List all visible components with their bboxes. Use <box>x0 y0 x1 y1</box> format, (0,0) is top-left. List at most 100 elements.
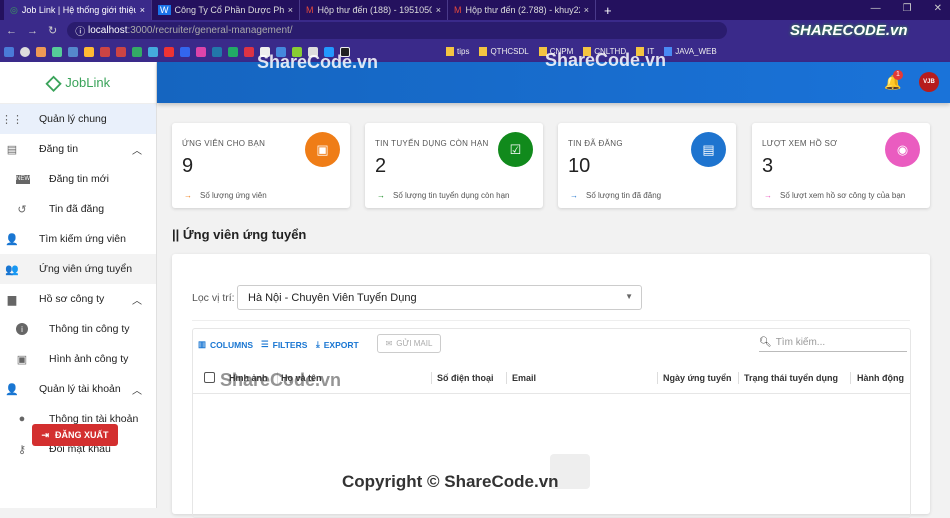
close-tab-icon[interactable]: × <box>584 5 589 15</box>
arrow-right-icon: → <box>764 191 772 200</box>
column-header[interactable]: Hành động <box>857 373 904 383</box>
columns-button[interactable]: ▥ COLUMNS <box>198 339 253 350</box>
close-window-icon[interactable]: ✕ <box>934 3 942 14</box>
history-icon: ↺ <box>17 203 27 216</box>
bookmark-icon[interactable] <box>100 46 110 57</box>
browser-tab[interactable]: WCông Ty Cổ Phần Dược Phẩm Hà× <box>152 0 300 20</box>
joblink-logo[interactable]: ◇ JobLink <box>0 62 156 104</box>
logo-icon: ◇ <box>45 72 62 94</box>
browser-tab[interactable]: MHộp thư đến (188) - 1951050027× <box>300 0 448 20</box>
column-separator <box>850 372 851 384</box>
sidebar-item-company-profile[interactable]: ▆ Hồ sơ công ty ︿ <box>0 284 156 314</box>
dropdown-arrow-icon: ▼ <box>625 292 633 301</box>
chevron-up-icon[interactable]: ︿ <box>132 142 142 157</box>
close-tab-icon[interactable]: × <box>288 5 293 15</box>
bookmarks-bar: tips QTHCSDL CNPM CNLTHD IT JAVA_WEB <box>0 41 950 62</box>
tab-favicon-icon: W <box>158 5 171 15</box>
bookmark-icon[interactable] <box>116 46 126 57</box>
eye-icon: ◉ <box>885 132 920 167</box>
arrow-right-icon: → <box>184 191 192 200</box>
sidebar-item-new-post[interactable]: NEW Đăng tin mới <box>0 164 156 194</box>
logout-button[interactable]: ⇥ ĐĂNG XUẤT <box>32 424 118 446</box>
sidebar-item-posted[interactable]: ↺ Tin đã đăng <box>0 194 156 224</box>
sharecode-logo: SHARECODE.vn <box>790 22 908 39</box>
sidebar-item-applicants[interactable]: 👥 Ứng viên ứng tuyển <box>0 254 156 284</box>
browser-tab[interactable]: ◎Job Link | Hệ thống giới thiệu việ× <box>4 0 152 20</box>
close-tab-icon[interactable]: × <box>436 5 441 15</box>
account-info-icon: ● <box>18 413 26 425</box>
bookmark-folder[interactable]: JAVA_WEB <box>664 47 717 56</box>
bookmark-icon[interactable] <box>228 46 238 57</box>
column-header[interactable]: Trạng thái tuyển dụng <box>744 373 838 383</box>
column-header[interactable]: Số điện thoại <box>437 373 494 383</box>
bookmark-icon[interactable] <box>4 46 14 57</box>
divider <box>192 320 910 321</box>
stat-card-profile-views: LƯỢT XEM HỒ SƠ 3 ◉ → Số lượt xem hồ sơ công … <box>752 123 930 208</box>
column-separator <box>431 372 432 384</box>
mail-icon: ✉ <box>385 339 393 348</box>
bookmark-icon[interactable] <box>196 46 206 57</box>
reload-icon[interactable]: ↻ <box>48 24 57 37</box>
sidebar-item-search-candidates[interactable]: 👤 Tìm kiếm ứng viên <box>0 224 156 254</box>
app-header: 🔔 1 VJB ShareCode.vn ShareCode.vn <box>157 50 950 103</box>
applicants-panel: Lọc vị trí: Hà Nội - Chuyên Viên Tuyển D… <box>172 254 930 518</box>
chevron-up-icon[interactable]: ︿ <box>132 292 142 307</box>
select-all-checkbox[interactable] <box>204 372 215 383</box>
back-icon[interactable]: ← <box>6 25 17 37</box>
filters-button[interactable]: ☰ FILTERS <box>261 339 307 350</box>
minimize-icon[interactable]: — <box>871 3 881 14</box>
filter-icon: ☰ <box>261 339 269 349</box>
url-input[interactable]: ⓘ localhost:3000/recruiter/general-manag… <box>67 22 728 39</box>
bookmark-folder[interactable]: QTHCSDL <box>479 47 529 56</box>
stat-card-posted-jobs: TIN ĐÃ ĐĂNG 10 ▤ → Số lượng tin đã đăng <box>558 123 736 208</box>
watermark: ShareCode.vn <box>257 52 379 72</box>
key-icon: ⚷ <box>17 443 27 456</box>
document-icon: ▤ <box>691 132 726 167</box>
sidebar-item-company-info[interactable]: i Thông tin công ty <box>0 314 156 344</box>
stat-card-active-jobs: TIN TUYỂN DỤNG CÒN HẠN 2 ☑ → Số lượng tin tu… <box>365 123 543 208</box>
notification-badge: 1 <box>893 70 903 80</box>
folder-person-icon: ▆ <box>7 293 17 306</box>
sidebar: ◇ JobLink ⋮⋮ Quản lý chung ▤ Đăng tin ︿ NEW Đ… <box>0 62 157 508</box>
filter-label: Lọc vị trí: <box>192 292 235 304</box>
calendar-icon: ▣ <box>305 132 340 167</box>
close-tab-icon[interactable]: × <box>140 5 145 15</box>
column-header[interactable]: Ngày ứng tuyển <box>663 373 732 383</box>
search-input[interactable]: 🔍︎ Tìm kiếm... <box>759 334 907 352</box>
bookmark-icon[interactable] <box>244 46 254 57</box>
bookmark-folder[interactable]: tips <box>446 47 469 56</box>
sidebar-item-post-job[interactable]: ▤ Đăng tin ︿ <box>0 134 156 164</box>
column-header[interactable]: Email <box>512 373 536 383</box>
export-button[interactable]: ⤓ EXPORT <box>316 339 359 350</box>
bookmark-icon[interactable] <box>84 46 94 57</box>
forward-icon[interactable]: → <box>27 25 38 37</box>
position-filter-select[interactable]: Hà Nội - Chuyên Viên Tuyển Dụng ▼ <box>237 285 642 310</box>
browser-tab[interactable]: MHộp thư đến (2.788) - khuy2200× <box>448 0 596 20</box>
bookmark-icon[interactable] <box>20 46 30 57</box>
send-mail-button[interactable]: ✉ GỬI MAIL <box>377 334 441 353</box>
tab-favicon-icon: ◎ <box>10 4 18 15</box>
bookmark-icon[interactable] <box>52 46 62 57</box>
sidebar-item-general-management[interactable]: ⋮⋮ Quản lý chung <box>0 104 156 134</box>
maximize-icon[interactable]: ❐ <box>903 3 912 14</box>
gmail-icon: M <box>306 5 314 15</box>
watermark: Copyright © ShareCode.vn <box>342 472 559 491</box>
person-search-icon: 👤 <box>5 233 19 246</box>
watermark: ShareCode.vn <box>545 50 667 70</box>
bookmark-icon[interactable] <box>68 46 78 57</box>
bookmark-icon[interactable] <box>212 46 222 57</box>
bookmark-icon[interactable] <box>36 46 46 57</box>
bookmark-icon[interactable] <box>180 46 190 57</box>
bookmark-icon[interactable] <box>132 46 142 57</box>
new-tab-button[interactable]: + <box>604 3 612 18</box>
bookmark-icon[interactable] <box>148 46 158 57</box>
arrow-right-icon: → <box>377 191 385 200</box>
avatar[interactable]: VJB <box>919 72 939 92</box>
column-separator <box>506 372 507 384</box>
chevron-up-icon[interactable]: ︿ <box>132 382 142 397</box>
sidebar-item-company-images[interactable]: ▣ Hình ảnh công ty <box>0 344 156 374</box>
bookmark-icon[interactable] <box>164 46 174 57</box>
sidebar-item-account-management[interactable]: 👤 Quản lý tài khoản ︿ <box>0 374 156 404</box>
address-bar-row: ← → ↻ ⓘ localhost:3000/recruiter/general-m… <box>0 20 950 41</box>
clipboard-check-icon: ☑ <box>498 132 533 167</box>
